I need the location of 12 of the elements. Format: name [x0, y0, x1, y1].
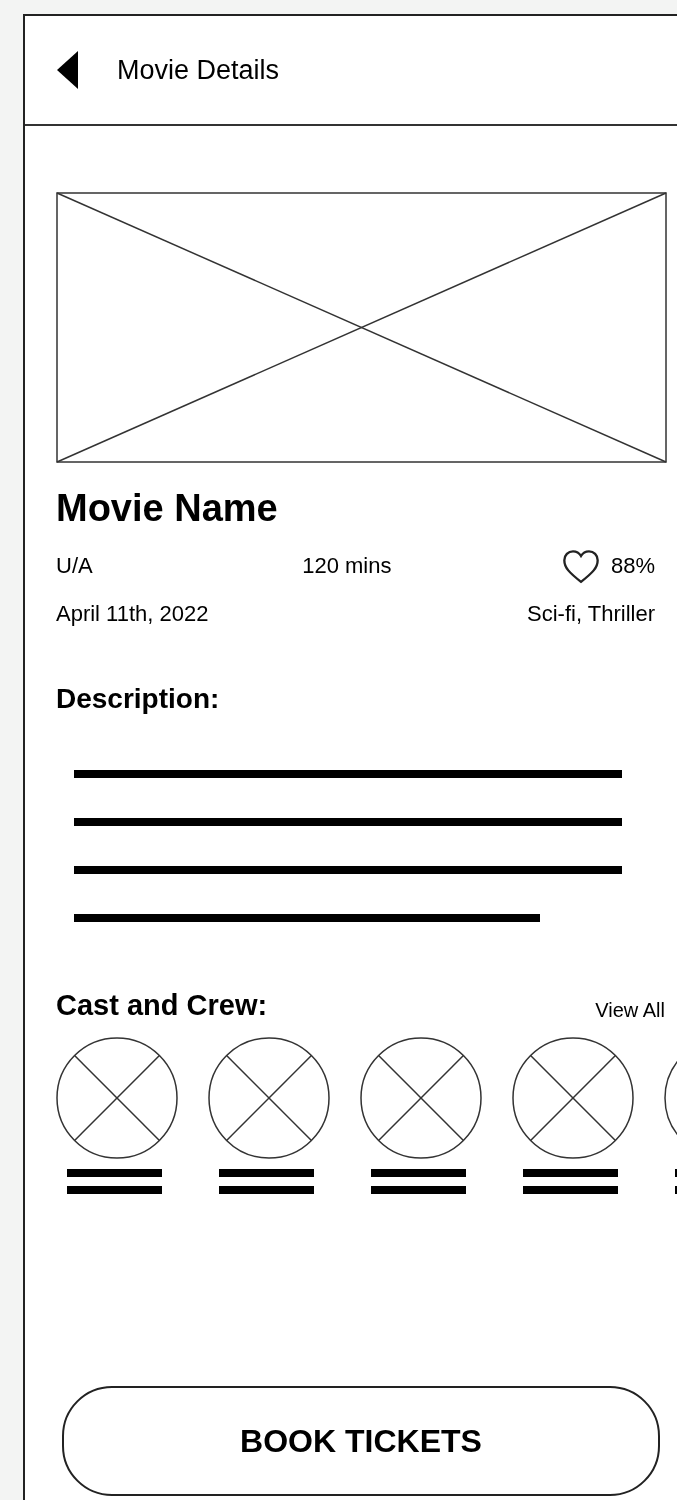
duration: 120 mins: [302, 552, 392, 580]
cast-heading: Cast and Crew:: [56, 987, 268, 1023]
genres: Sci-fi, Thriller: [527, 599, 655, 628]
movie-name: Movie Name: [56, 486, 279, 531]
page-title: Movie Details: [117, 53, 280, 87]
view-all-link[interactable]: View All: [595, 995, 665, 1025]
release-date: April 11th, 2022: [56, 599, 209, 628]
age-rating: U/A: [56, 552, 93, 580]
audience-score: 88%: [610, 552, 655, 580]
description-heading: Description:: [56, 681, 221, 716]
book-tickets-button[interactable]: BOOK TICKETS: [62, 1386, 660, 1496]
back-arrow-icon[interactable]: [57, 51, 79, 89]
